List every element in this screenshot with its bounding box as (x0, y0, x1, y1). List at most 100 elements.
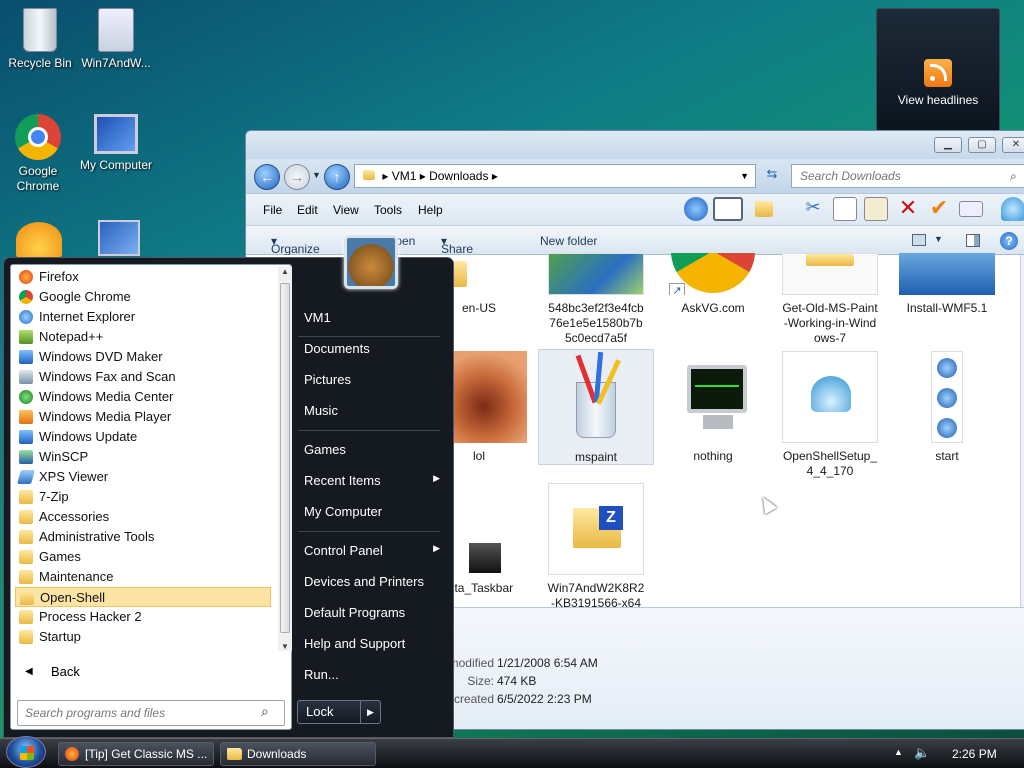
scroll-thumb[interactable] (280, 283, 290, 633)
share-with-button[interactable]: Share with ▾ (441, 234, 473, 270)
breadcrumb-vm1[interactable]: VM1 (392, 169, 417, 183)
address-dropdown[interactable]: ▼ (740, 165, 749, 187)
copy-icon[interactable] (833, 197, 857, 221)
taskbar-button-downloads[interactable]: Downloads (220, 742, 376, 766)
menu-edit[interactable]: Edit (297, 203, 318, 217)
program-item-google-chrome[interactable]: Google Chrome (15, 287, 271, 307)
shell-desktop-icon[interactable] (16, 222, 62, 258)
start-right-default-programs[interactable]: Default Programs (304, 605, 405, 620)
program-item-notepad-plus[interactable]: Notepad++ (15, 327, 271, 347)
maximize-button[interactable]: ▢ (968, 137, 996, 153)
start-right-games[interactable]: Games (304, 442, 346, 457)
start-right-run[interactable]: Run... (304, 667, 339, 682)
program-folder-7zip[interactable]: 7-Zip (15, 487, 271, 507)
program-item-internet-explorer[interactable]: Internet Explorer (15, 307, 271, 327)
rss-gadget[interactable]: View headlines (876, 8, 1000, 132)
program-folder-process-hacker[interactable]: Process Hacker 2 (15, 607, 271, 627)
program-item-xps-viewer[interactable]: XPS Viewer (15, 467, 271, 487)
start-right-control-panel[interactable]: Control Panel ▶ (304, 543, 442, 558)
search-icon[interactable]: ⌕ (1010, 169, 1017, 184)
start-right-vm1[interactable]: VM1 (304, 310, 331, 325)
back-button[interactable]: ◀ Back (15, 661, 275, 683)
programs-scrollbar[interactable]: ▲ ▼ (278, 267, 292, 651)
view-options-icon[interactable] (912, 234, 926, 246)
start-right-recent-items[interactable]: Recent Items ▶ (304, 473, 442, 488)
file-item[interactable]: mspaint (538, 349, 654, 465)
up-toolbar-icon[interactable] (684, 197, 708, 221)
minimize-button[interactable]: ▁ (934, 137, 962, 153)
program-folder-open-shell[interactable]: Open-Shell (15, 587, 271, 607)
program-item-dvd-maker[interactable]: Windows DVD Maker (15, 347, 271, 367)
volume-icon[interactable]: 🔈 (914, 745, 930, 761)
menu-tools[interactable]: Tools (374, 203, 402, 217)
back-button[interactable]: ← (254, 164, 280, 190)
program-folder-games[interactable]: Games (15, 547, 271, 567)
clock[interactable]: 2:26 PM (952, 747, 997, 761)
start-right-my-computer[interactable]: My Computer (304, 504, 382, 519)
organize-button[interactable]: Organize ▾ (271, 234, 320, 256)
close-button[interactable]: ✕ (1002, 137, 1024, 153)
program-item-firefox[interactable]: Firefox (15, 267, 271, 287)
forward-button[interactable]: → (284, 164, 310, 190)
desktop-icon-google-chrome[interactable]: Google Chrome (0, 114, 78, 194)
menu-help[interactable]: Help (418, 203, 443, 217)
file-item[interactable]: ↗ AskVG.com (658, 253, 768, 316)
program-folder-administrative-tools[interactable]: Administrative Tools (15, 527, 271, 547)
file-item[interactable]: OpenShellSetup_4_4_170 (775, 351, 885, 479)
program-item-media-center[interactable]: Windows Media Center (15, 387, 271, 407)
title-bar[interactable]: ▁ ▢ ✕ (246, 131, 1024, 159)
history-dropdown[interactable]: ▼ (312, 170, 321, 180)
start-right-documents[interactable]: Documents (304, 341, 370, 356)
scroll-up-arrow[interactable]: ▲ (278, 267, 292, 276)
start-right-help-support[interactable]: Help and Support (304, 636, 405, 651)
pane-toggle-icon[interactable] (713, 197, 743, 221)
tray-overflow-icon[interactable]: ▲ (894, 747, 903, 757)
start-button[interactable] (6, 736, 46, 768)
cut-icon[interactable]: ✂ (801, 197, 825, 221)
program-folder-accessories[interactable]: Accessories (15, 507, 271, 527)
preview-pane-icon[interactable] (966, 234, 980, 247)
menu-file[interactable]: File (263, 203, 282, 217)
new-folder-button[interactable]: New folder (540, 234, 597, 248)
lock-options-arrow-icon[interactable]: ▶ (360, 701, 380, 723)
search-input[interactable]: Search Downloads (791, 164, 1024, 188)
up-button[interactable]: ↑ (324, 164, 350, 190)
breadcrumb-downloads[interactable]: Downloads (429, 169, 488, 183)
file-item[interactable]: Z Win7AndW2K8R2-KB3191566-x64 (541, 483, 651, 611)
file-item[interactable]: nothing (658, 351, 768, 464)
properties-icon[interactable]: ✔ (927, 197, 951, 221)
help-icon[interactable]: ? (1000, 232, 1018, 250)
taskbar-button-firefox[interactable]: [Tip] Get Classic MS ... (58, 742, 214, 766)
search-icon[interactable]: ⌕ (261, 703, 269, 720)
desktop-icon-win7andw[interactable]: Win7AndW... (76, 8, 156, 71)
start-search-input[interactable]: Search programs and files (17, 700, 285, 726)
program-item-windows-update[interactable]: Windows Update (15, 427, 271, 447)
desktop-icon-my-computer[interactable]: My Computer (76, 114, 156, 173)
program-folder-maintenance[interactable]: Maintenance (15, 567, 271, 587)
program-item-media-player[interactable]: Windows Media Player (15, 407, 271, 427)
file-item[interactable]: Install-WMF5.1 (892, 253, 1002, 316)
desktop-icon-recycle-bin[interactable]: Recycle Bin (0, 8, 80, 71)
program-item-fax-scan[interactable]: Windows Fax and Scan (15, 367, 271, 387)
vertical-scrollbar[interactable] (1020, 255, 1024, 607)
file-item[interactable]: start (892, 351, 1002, 464)
program-item-winscp[interactable]: WinSCP (15, 447, 271, 467)
openshell-toolbar-icon[interactable] (1001, 197, 1024, 221)
file-item[interactable]: 548bc3ef2f3e4fcb76e1e5e1580b7b5c0ecd7a5f (541, 253, 651, 346)
start-right-pictures[interactable]: Pictures (304, 372, 351, 387)
delete-icon[interactable]: ✕ (896, 197, 920, 221)
paste-icon[interactable] (864, 197, 888, 221)
refresh-button[interactable]: ⇆ (760, 166, 784, 186)
lock-button[interactable]: Lock ▶ (297, 700, 381, 724)
program-folder-startup[interactable]: Startup (15, 627, 271, 647)
rename-icon[interactable] (959, 201, 983, 217)
file-item[interactable]: Get-Old-MS-Paint-Working-in-Windows-7 (775, 253, 885, 346)
start-right-devices-printers[interactable]: Devices and Printers (304, 574, 424, 589)
start-right-music[interactable]: Music (304, 403, 338, 418)
view-dropdown[interactable]: ▼ (934, 234, 943, 244)
menu-view[interactable]: View (333, 203, 359, 217)
network-desktop-icon[interactable] (98, 220, 140, 256)
folder-toolbar-icon[interactable] (753, 197, 777, 221)
scroll-down-arrow[interactable]: ▼ (278, 642, 292, 651)
address-bar[interactable]: ▸ VM1 ▸ Downloads ▸ ▼ (354, 164, 756, 188)
